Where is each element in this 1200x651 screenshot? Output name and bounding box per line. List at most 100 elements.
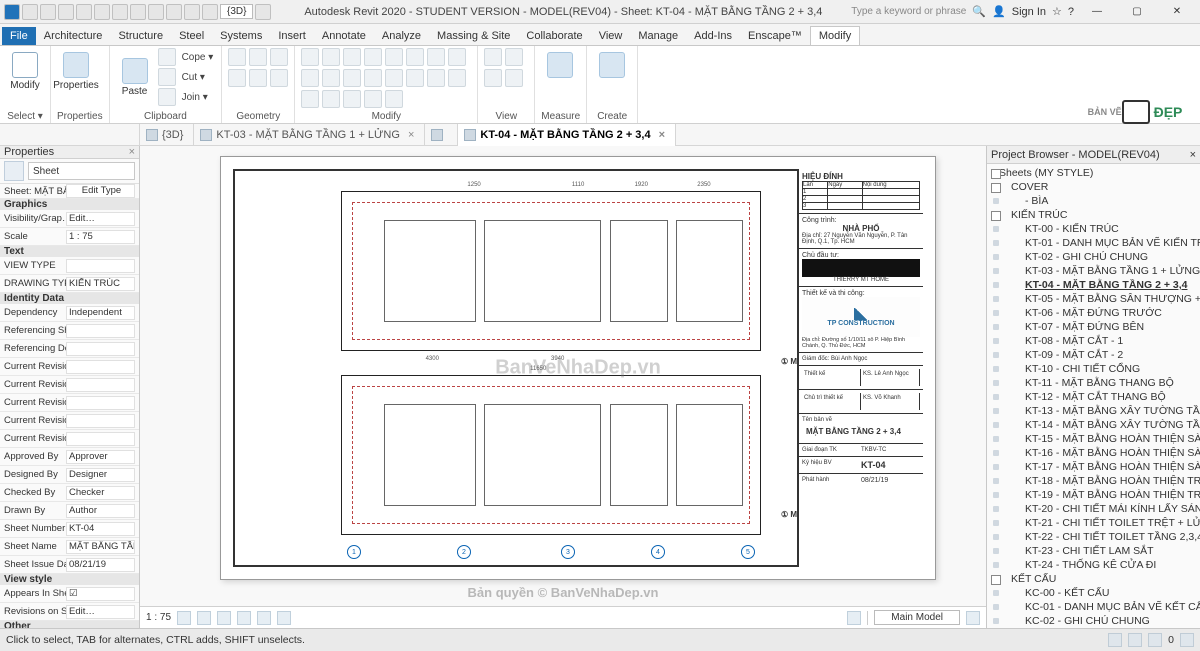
property-row[interactable]: DependencyIndependent xyxy=(0,304,139,322)
qat-dropdown-icon[interactable] xyxy=(255,4,271,20)
prop-cat[interactable]: View style xyxy=(0,574,139,585)
geom-icon[interactable] xyxy=(228,69,246,87)
tab-structure[interactable]: Structure xyxy=(110,27,171,45)
close-button[interactable]: ✕ xyxy=(1160,2,1194,22)
qat-save-icon[interactable] xyxy=(40,4,56,20)
property-row[interactable]: Drawn ByAuthor xyxy=(0,502,139,520)
qat-3d-view[interactable]: {3D} xyxy=(220,4,253,19)
tree-sheet-item[interactable]: KT-12 - MẶT CẮT THANG BỘ xyxy=(989,390,1198,404)
property-row[interactable]: Current Revisio… xyxy=(0,376,139,394)
tab-massing[interactable]: Massing & Site xyxy=(429,27,518,45)
tree-sheet-item[interactable]: KT-06 - MẶT ĐỨNG TRƯỚC xyxy=(989,306,1198,320)
close-icon[interactable]: × xyxy=(408,129,414,141)
geom-icon[interactable] xyxy=(270,69,288,87)
property-row[interactable]: Appears In She…☑ xyxy=(0,585,139,603)
modify-tool-icon[interactable] xyxy=(385,90,403,108)
tab-modify[interactable]: Modify xyxy=(810,26,860,45)
close-icon[interactable]: × xyxy=(1190,149,1196,161)
property-row[interactable]: Referencing Sh… xyxy=(0,322,139,340)
cope-icon[interactable] xyxy=(158,48,176,66)
qat-print-icon[interactable] xyxy=(94,4,110,20)
modify-tool-icon[interactable] xyxy=(364,48,382,66)
property-row[interactable]: Current Revisio… xyxy=(0,394,139,412)
status-icon[interactable] xyxy=(1148,633,1162,647)
tab-collaborate[interactable]: Collaborate xyxy=(518,27,590,45)
tree-sheet-item[interactable]: - BÌA xyxy=(989,194,1198,208)
tab-architecture[interactable]: Architecture xyxy=(36,27,111,45)
tab-enscape[interactable]: Enscape™ xyxy=(740,27,810,45)
view-tool-icon[interactable] xyxy=(505,69,523,87)
floorplan-2[interactable]: 1250 1110 1920 2350 4300 3940 11650 xyxy=(341,191,761,351)
vc-icon[interactable] xyxy=(966,611,980,625)
cut-label[interactable]: Cut ▾ xyxy=(180,72,207,83)
modify-tool-icon[interactable] xyxy=(406,48,424,66)
tree-sheet-item[interactable]: KT-17 - MẶT BẰNG HOÀN THIỆN SÀN TUM xyxy=(989,460,1198,474)
vc-icon[interactable] xyxy=(847,611,861,625)
modify-tool-icon[interactable] xyxy=(364,90,382,108)
drawing-canvas[interactable]: 1250 1110 1920 2350 4300 3940 11650 ① MẶ… xyxy=(140,146,986,628)
modify-tool-icon[interactable] xyxy=(343,69,361,87)
tab-addins[interactable]: Add-Ins xyxy=(686,27,740,45)
modify-tool-icon[interactable] xyxy=(427,69,445,87)
qat-align-icon[interactable] xyxy=(130,4,146,20)
viewtab-kt04[interactable]: KT-04 - MẶT BẰNG TẦNG 2 + 3,4× xyxy=(458,124,676,146)
property-row[interactable]: Designed ByDesigner xyxy=(0,466,139,484)
tab-analyze[interactable]: Analyze xyxy=(374,27,429,45)
qat-measure-icon[interactable] xyxy=(112,4,128,20)
geom-icon[interactable] xyxy=(270,48,288,66)
geom-icon[interactable] xyxy=(228,48,246,66)
vc-icon[interactable] xyxy=(237,611,251,625)
status-icon[interactable] xyxy=(1108,633,1122,647)
cope-label[interactable]: Cope ▾ xyxy=(180,52,216,63)
tree-sheet-item[interactable]: KT-24 - THỐNG KÊ CỬA ĐI xyxy=(989,558,1198,572)
tree-sheet-item[interactable]: KT-18 - MẶT BẰNG HOÀN THIỆN TRẦN TẦNG 1 xyxy=(989,474,1198,488)
minimize-button[interactable]: — xyxy=(1080,2,1114,22)
modify-tool-icon[interactable] xyxy=(322,90,340,108)
close-icon[interactable]: × xyxy=(129,146,135,158)
measure-button[interactable] xyxy=(541,48,579,82)
vc-icon[interactable] xyxy=(277,611,291,625)
modify-tool-icon[interactable] xyxy=(343,48,361,66)
tree-sheet-item[interactable]: KT-20 - CHI TIẾT MÁI KÍNH LẤY SÁNG xyxy=(989,502,1198,516)
modify-tool-icon[interactable] xyxy=(301,69,319,87)
tree-sheet-item[interactable]: KT-01 - DANH MỤC BẢN VẼ KIẾN TRÚC xyxy=(989,236,1198,250)
tree-sheet-item[interactable]: KT-03 - MẶT BẰNG TẦNG 1 + LỬNG xyxy=(989,264,1198,278)
property-row[interactable]: Sheet Issue Date08/21/19 xyxy=(0,556,139,574)
modify-tool-icon[interactable] xyxy=(322,69,340,87)
prop-cat[interactable]: Identity Data xyxy=(0,293,139,304)
tree-sheet-item[interactable]: KC-02 - GHI CHÚ CHUNG xyxy=(989,614,1198,628)
qat-thin-lines-icon[interactable] xyxy=(166,4,182,20)
tree-sheet-item[interactable]: KT-15 - MẶT BẰNG HOÀN THIỆN SÀN TRỆT + L xyxy=(989,432,1198,446)
join-label[interactable]: Join ▾ xyxy=(180,92,210,103)
viewtab-empty[interactable] xyxy=(425,124,458,146)
qat-undo-icon[interactable] xyxy=(58,4,74,20)
filter-icon[interactable] xyxy=(1180,633,1194,647)
tree-sheet-item[interactable]: KT-11 - MẶT BẰNG THANG BỘ xyxy=(989,376,1198,390)
tree-sheet-item[interactable]: KT-07 - MẶT ĐỨNG BÊN xyxy=(989,320,1198,334)
tree-sheet-item[interactable]: KT-05 - MẶT BẰNG SÂN THƯỢNG + MÁI TUM xyxy=(989,292,1198,306)
vc-icon[interactable] xyxy=(177,611,191,625)
property-row[interactable]: Current Revision xyxy=(0,430,139,448)
tree-sheet-item[interactable]: KT-04 - MẶT BẰNG TẦNG 2 + 3,4 xyxy=(989,278,1198,292)
property-row[interactable]: Revisions on Sh…Edit… xyxy=(0,603,139,621)
modify-tool-icon[interactable] xyxy=(343,90,361,108)
tree-sheet-item[interactable]: KT-13 - MẶT BẰNG XÂY TƯỜNG TẦNG TRỆT + L xyxy=(989,404,1198,418)
geom-icon[interactable] xyxy=(249,48,267,66)
type-selector[interactable]: Sheet xyxy=(28,162,135,180)
property-row[interactable]: Current Revisio… xyxy=(0,358,139,376)
infocenter-search-icon[interactable]: 🔍 xyxy=(972,5,986,18)
tree-sheet-item[interactable]: KT-14 - MẶT BẰNG XÂY TƯỜNG TẦNG 2,3,4+S xyxy=(989,418,1198,432)
property-row[interactable]: Scale1 : 75 xyxy=(0,228,139,246)
modify-tool-icon[interactable] xyxy=(322,48,340,66)
tree-sheet-item[interactable]: KT-22 - CHI TIẾT TOILET TẦNG 2,3,4 xyxy=(989,530,1198,544)
cut-icon[interactable] xyxy=(158,68,176,86)
property-row[interactable]: Checked ByChecker xyxy=(0,484,139,502)
modify-tool-icon[interactable] xyxy=(406,69,424,87)
status-icon[interactable] xyxy=(1128,633,1142,647)
floorplan-24[interactable] xyxy=(341,375,761,535)
view-tool-icon[interactable] xyxy=(484,69,502,87)
property-row[interactable]: Current Revisio… xyxy=(0,412,139,430)
tree-group[interactable]: KẾT CẤU xyxy=(989,572,1198,586)
revit-icon[interactable] xyxy=(4,4,20,20)
property-row[interactable]: VIEW TYPE xyxy=(0,257,139,275)
